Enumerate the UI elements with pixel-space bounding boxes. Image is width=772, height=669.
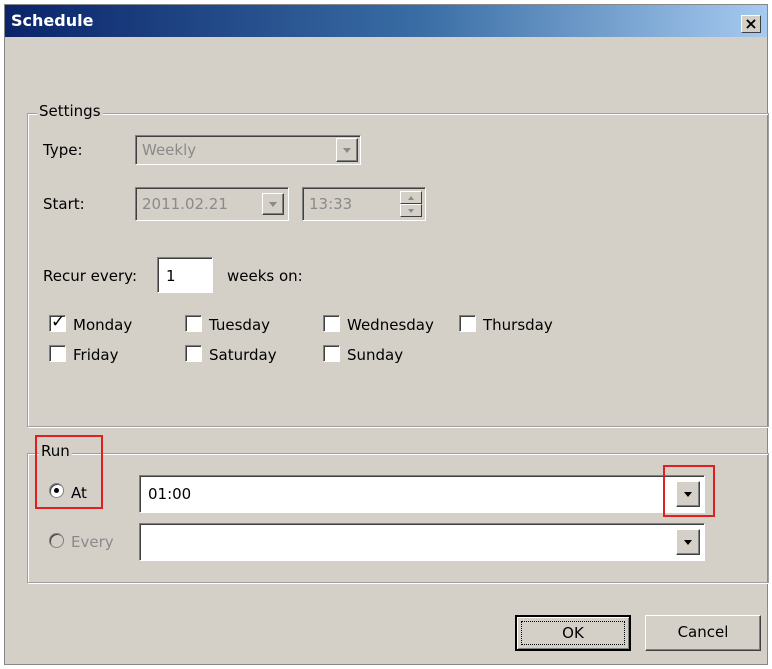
checkbox-thursday[interactable]: [459, 315, 476, 332]
start-date-value: 2011.02.21: [142, 195, 228, 213]
ok-button[interactable]: OK: [515, 615, 631, 651]
spinner-up-button[interactable]: [400, 191, 422, 204]
day-label-saturday: Saturday: [209, 346, 277, 364]
day-label-thursday: Thursday: [483, 316, 553, 334]
checkbox-tuesday[interactable]: [185, 315, 202, 332]
recur-suffix: weeks on:: [227, 267, 303, 285]
close-button[interactable]: ×: [741, 15, 761, 33]
chevron-up-icon: [408, 195, 414, 200]
day-label-friday: Friday: [73, 346, 119, 364]
ok-button-label: OK: [562, 624, 584, 642]
start-time-field[interactable]: 13:33: [302, 187, 426, 221]
radio-every[interactable]: [49, 533, 64, 548]
every-combobox[interactable]: [139, 523, 705, 561]
recur-interval-value: 1: [166, 267, 176, 285]
start-time-spinner[interactable]: [400, 191, 422, 217]
type-dropdown-button[interactable]: [336, 138, 358, 162]
highlight-run-at: [35, 435, 103, 509]
type-value: Weekly: [142, 141, 197, 159]
chevron-down-icon: [343, 148, 351, 153]
day-label-sunday: Sunday: [347, 346, 404, 364]
checkbox-wednesday[interactable]: [323, 315, 340, 332]
day-label-wednesday: Wednesday: [347, 316, 434, 334]
checkmark-icon: ✓: [51, 312, 66, 332]
recur-interval-input[interactable]: 1: [157, 257, 213, 293]
spinner-down-button[interactable]: [400, 204, 422, 217]
at-time-combobox[interactable]: 01:00: [139, 475, 705, 513]
chevron-down-icon: [269, 202, 277, 207]
run-group: [27, 453, 769, 583]
chevron-down-icon: [684, 540, 692, 545]
type-select[interactable]: Weekly: [135, 135, 361, 165]
day-label-monday: Monday: [73, 316, 133, 334]
start-time-value: 13:33: [309, 195, 353, 213]
title-bar[interactable]: Schedule ×: [5, 5, 767, 37]
checkbox-friday[interactable]: [49, 345, 66, 362]
at-time-value: 01:00: [148, 485, 192, 503]
chevron-down-icon: [408, 208, 414, 213]
close-icon: ×: [744, 14, 758, 33]
every-dropdown-button[interactable]: [676, 529, 700, 555]
window-title: Schedule: [11, 11, 94, 30]
start-date-dropdown-button[interactable]: [262, 193, 284, 215]
checkbox-monday[interactable]: ✓: [49, 312, 66, 332]
start-date-picker[interactable]: 2011.02.21: [135, 187, 289, 221]
day-label-tuesday: Tuesday: [209, 316, 271, 334]
radio-every-label: Every: [71, 533, 114, 551]
cancel-button[interactable]: Cancel: [645, 615, 761, 651]
schedule-dialog: Schedule × Settings Type: Weekly Start: …: [4, 4, 769, 665]
settings-legend: Settings: [37, 102, 103, 120]
start-label: Start:: [43, 195, 85, 213]
highlight-dropdown-button: [663, 465, 715, 517]
checkbox-sunday[interactable]: [323, 345, 340, 362]
cancel-button-label: Cancel: [677, 623, 729, 641]
checkbox-saturday[interactable]: [185, 345, 202, 362]
recur-label: Recur every:: [43, 267, 138, 285]
type-label: Type:: [43, 141, 83, 159]
